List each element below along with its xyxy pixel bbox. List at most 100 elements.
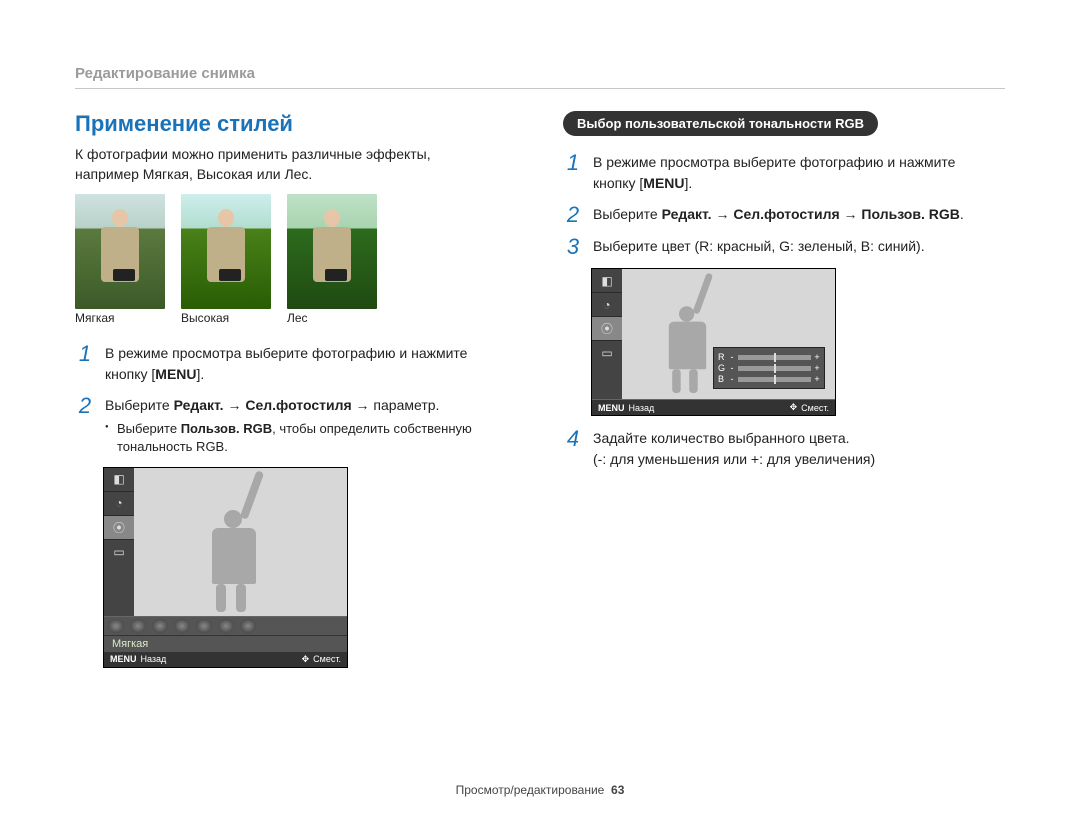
menu-button-label: MENU [155, 366, 196, 382]
minus-icon: - [729, 374, 735, 384]
style-swatch [240, 619, 256, 633]
style-swatch [218, 619, 234, 633]
plus-icon: + [814, 352, 820, 362]
lcd-style-strip [104, 617, 347, 635]
edit-icon: ◧ [592, 269, 622, 293]
right-step-3: 3 Выберите цвет (R: красный, G: зеленый,… [563, 236, 1005, 258]
style-swatch [152, 619, 168, 633]
plus-icon: + [814, 374, 820, 384]
palette-icon: ⦿ [592, 317, 622, 341]
crop-icon: ▭ [592, 341, 622, 365]
r-step1-line1: В режиме просмотра выберите фотографию и… [593, 154, 955, 170]
right-step-1: 1 В режиме просмотра выберите фотографию… [563, 152, 1005, 194]
step1-line1: В режиме просмотра выберите фотографию и… [105, 345, 467, 361]
rgb-b-slider [738, 377, 811, 382]
rgb-heading-pill: Выбор пользовательской тональности RGB [563, 111, 878, 136]
page-footer: Просмотр/редактирование 63 [0, 783, 1080, 797]
lcd-footer: MENU Назад ✥ Смест. [104, 652, 347, 667]
right-column: Выбор пользовательской тональности RGB 1… [563, 111, 1005, 680]
footer-label: Просмотр/редактирование [456, 783, 605, 797]
step-number-2: 2 [75, 395, 95, 417]
rgb-g-label: G [718, 363, 726, 373]
r-step1-prefix: кнопку [ [593, 175, 643, 191]
style-swatch [196, 619, 212, 633]
edit-icon: ◧ [104, 468, 134, 492]
intro-text: К фотографии можно применить различные э… [75, 145, 517, 184]
step-number-3: 3 [563, 236, 583, 258]
subsection-title: Применение стилей [75, 111, 517, 137]
bullet-bold: Пользов. RGB [181, 421, 272, 436]
lcd-rgb-preview: ◧ ◔ ⦿ ▭ [591, 268, 836, 416]
rgb-adjust-panel: R - + G - + [713, 347, 825, 389]
lcd-icon-strip: ◧ ◔ ⦿ ▭ [104, 468, 134, 616]
manual-page: Редактирование снимка Применение стилей … [0, 0, 1080, 815]
step2-tail: → параметр. [352, 397, 440, 413]
step2-bullet: Выберите Пользов. RGB, чтобы определить … [105, 420, 517, 456]
lcd-canvas: R - + G - + [622, 269, 835, 399]
r-step2-bold: Редакт. → Сел.фотостиля → Пользов. RGB [662, 206, 960, 222]
step2-bold: Редакт. → Сел.фотостиля [174, 397, 352, 413]
minus-icon: - [729, 363, 735, 373]
caption-soft: Мягкая [75, 311, 165, 325]
left-step-1: 1 В режиме просмотра выберите фотографию… [75, 343, 517, 385]
step-body: Выберите Редакт. → Сел.фотостиля → парам… [105, 395, 517, 456]
example-thumbnails [75, 194, 517, 309]
silhouette-icon [662, 306, 706, 393]
left-column: Применение стилей К фотографии можно при… [75, 111, 517, 680]
style-swatch [174, 619, 190, 633]
intro-line1: К фотографии можно применить различные э… [75, 146, 431, 162]
intro-line2: например Мягкая, Высокая или Лес. [75, 166, 312, 182]
r-step4a: Задайте количество выбранного цвета. [593, 430, 850, 446]
step-body: Выберите Редакт. → Сел.фотостиля → Польз… [593, 204, 1005, 225]
style-swatch [108, 619, 124, 633]
step2-plain: Выберите [105, 397, 174, 413]
rgb-g-slider [738, 366, 811, 371]
right-step-4: 4 Задайте количество выбранного цвета. (… [563, 428, 1005, 470]
step-body: В режиме просмотра выберите фотографию и… [593, 152, 1005, 194]
caption-forest: Лес [287, 311, 377, 325]
dpad-icon: ✥ [302, 654, 310, 665]
r-step4b: (-: для уменьшения или +: для увеличения… [593, 451, 875, 467]
rgb-row-b: B - + [718, 374, 820, 384]
step-number-1: 1 [75, 343, 95, 365]
step-number-4: 4 [563, 428, 583, 450]
step1-suffix: ]. [197, 366, 205, 382]
plus-icon: + [814, 363, 820, 373]
menu-key-label: MENU [110, 654, 137, 664]
r-step2-tail: . [960, 206, 964, 222]
r-step1-suffix: ]. [685, 175, 693, 191]
lcd-style-preview: ◧ ◔ ⦿ ▭ [103, 467, 348, 668]
step-body: В режиме просмотра выберите фотографию и… [105, 343, 517, 385]
two-columns: Применение стилей К фотографии можно при… [75, 111, 1005, 680]
thumb-high [181, 194, 271, 309]
bullet-prefix: Выберите [117, 421, 181, 436]
lcd-move-label: Смест. [313, 654, 341, 664]
left-steps: 1 В режиме просмотра выберите фотографию… [75, 343, 517, 456]
style-swatch [130, 619, 146, 633]
right-steps: 1 В режиме просмотра выберите фотографию… [563, 152, 1005, 258]
lcd-style-name: Мягкая [104, 635, 347, 652]
rgb-r-label: R [718, 352, 726, 362]
adjust-icon: ◔ [104, 492, 134, 516]
thumb-soft [75, 194, 165, 309]
header-rule [75, 88, 1005, 89]
rgb-row-g: G - + [718, 363, 820, 373]
section-header: Редактирование снимка [75, 65, 1005, 82]
lcd-back-label: Назад [141, 654, 167, 664]
rgb-row-r: R - + [718, 352, 820, 362]
menu-key-label: MENU [598, 403, 625, 413]
rgb-b-label: B [718, 374, 726, 384]
page-number: 63 [611, 783, 624, 797]
lcd-footer: MENU Назад ✥ Смест. [592, 400, 835, 415]
step1-prefix: кнопку [ [105, 366, 155, 382]
lcd-icon-strip: ◧ ◔ ⦿ ▭ [592, 269, 622, 399]
silhouette-icon [204, 510, 256, 612]
left-step-2: 2 Выберите Редакт. → Сел.фотостиля → пар… [75, 395, 517, 456]
thumb-forest [287, 194, 377, 309]
lcd-move-label: Смест. [801, 403, 829, 413]
r-step2-plain: Выберите [593, 206, 662, 222]
step-body: Задайте количество выбранного цвета. (-:… [593, 428, 1005, 470]
palette-icon: ⦿ [104, 516, 134, 540]
step-number-2: 2 [563, 204, 583, 226]
lcd-back-label: Назад [629, 403, 655, 413]
